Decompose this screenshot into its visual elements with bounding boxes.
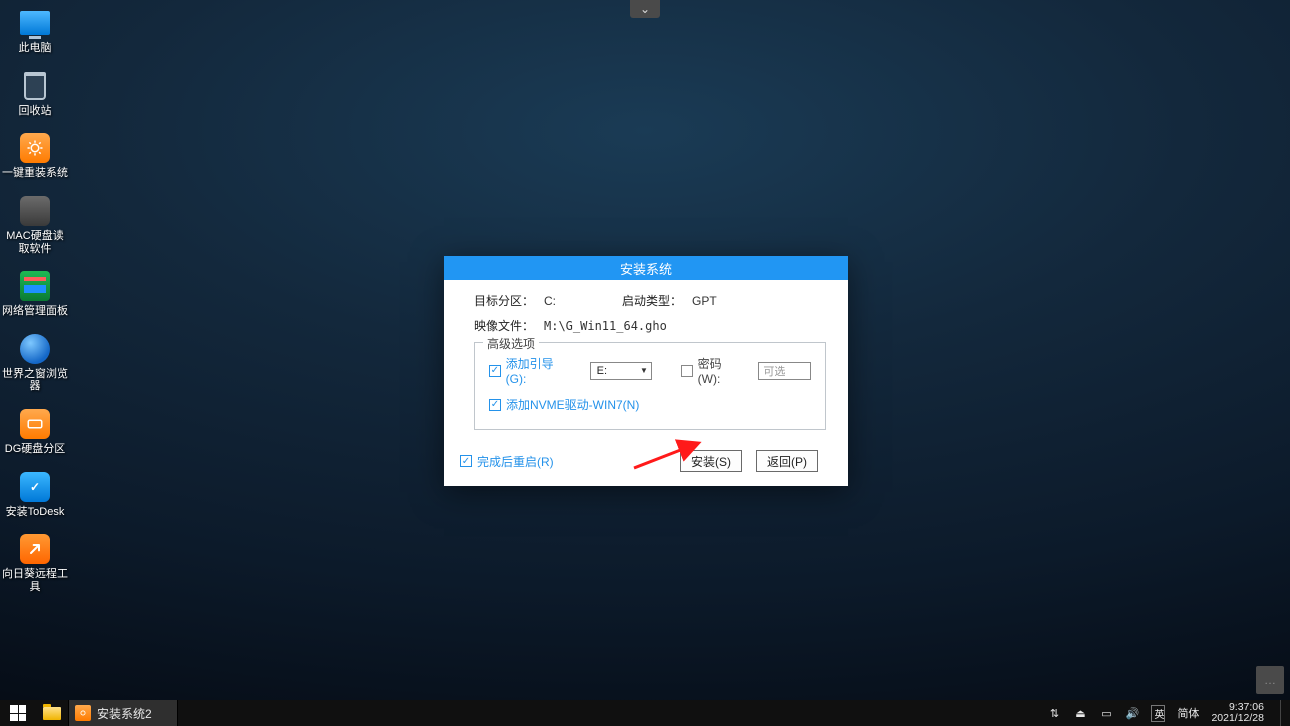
advanced-options-group: 高级选项 ✓ 添加引导(G): E: ▼ 密码(W): 可选 <box>474 342 826 430</box>
password-label: 密码(W): <box>698 355 743 386</box>
recycle-bin-icon <box>24 72 46 100</box>
taskbar-app-label: 安装系统2 <box>97 705 152 722</box>
desktop-icon-label: DG硬盘分区 <box>5 443 66 456</box>
desktop-icon-label: 此电脑 <box>19 42 52 55</box>
tray-network-icon[interactable]: ⇅ <box>1047 707 1061 720</box>
install-system-dialog: 安装系统 目标分区： C: 启动类型： GPT 映像文件： M:\G_Win11… <box>444 256 848 486</box>
add-boot-checkbox[interactable]: ✓ 添加引导(G): <box>489 355 572 386</box>
disk-icon <box>20 409 50 439</box>
desktop-icon-world-browser[interactable]: 世界之窗浏览 器 <box>0 332 70 393</box>
chevron-down-icon: ⌄ <box>640 2 650 16</box>
target-partition-value: C: <box>544 294 560 308</box>
password-input[interactable]: 可选 <box>758 362 811 380</box>
desktop-icon-dg-partition[interactable]: DG硬盘分区 <box>0 407 70 456</box>
password-checkbox[interactable]: 密码(W): <box>681 355 743 386</box>
add-nvme-checkbox[interactable]: ✓ 添加NVME驱动-WIN7(N) <box>489 396 639 413</box>
todesk-icon: ✓ <box>20 472 50 502</box>
restart-checkbox[interactable]: ✓ 完成后重启(R) <box>460 453 554 470</box>
ellipsis-icon: … <box>1264 673 1276 687</box>
add-nvme-label: 添加NVME驱动-WIN7(N) <box>506 396 639 413</box>
file-explorer-button[interactable] <box>36 700 68 726</box>
desktop-icon-recycle-bin[interactable]: 回收站 <box>0 69 70 118</box>
pc-icon <box>20 11 50 35</box>
boot-type-value: GPT <box>692 294 717 308</box>
desktop-icon-label: 网络管理面板 <box>2 305 68 318</box>
advanced-legend: 高级选项 <box>483 335 539 352</box>
sunlogin-icon <box>20 534 50 564</box>
system-tray: ⇅ ⏏ ▭ 🔊 英 简体 9:37:06 2021/12/28 <box>1013 700 1290 726</box>
install-button[interactable]: 安装(S) <box>680 450 742 472</box>
tray-date: 2021/12/28 <box>1211 713 1264 724</box>
boot-type-label: 启动类型： <box>622 292 692 309</box>
chart-icon <box>20 271 50 301</box>
boot-drive-value: E: <box>597 365 607 377</box>
password-placeholder: 可选 <box>763 363 785 379</box>
checkmark-icon: ✓ <box>460 455 472 467</box>
boot-drive-select[interactable]: E: ▼ <box>590 362 652 380</box>
tray-battery-icon[interactable]: ▭ <box>1099 707 1113 720</box>
checkbox-empty-icon <box>681 365 693 377</box>
taskbar: 安装系统2 ⇅ ⏏ ▭ 🔊 英 简体 9:37:06 2021/12/28 <box>0 700 1290 726</box>
show-desktop-button[interactable] <box>1280 700 1286 726</box>
checkmark-icon: ✓ <box>489 365 501 377</box>
desktop-icon-sunlogin[interactable]: 向日葵远程工 具 <box>0 532 70 593</box>
add-boot-label: 添加引导(G): <box>506 355 572 386</box>
gear-icon <box>20 133 50 163</box>
dialog-title: 安装系统 <box>620 259 672 278</box>
desktop-icon-label: 回收站 <box>19 105 52 118</box>
desktop-icon-one-click-install[interactable]: 一键重装系统 <box>0 131 70 180</box>
desktop-icon-this-pc[interactable]: 此电脑 <box>0 6 70 55</box>
top-dropdown-tab[interactable]: ⌄ <box>630 0 660 18</box>
taskbar-app-install-system[interactable]: 安装系统2 <box>68 700 178 726</box>
globe-icon <box>20 334 50 364</box>
desktop-icon-label: MAC硬盘读 取软件 <box>6 230 63 255</box>
checkmark-icon: ✓ <box>489 399 501 411</box>
start-button[interactable] <box>0 700 36 726</box>
corner-widget[interactable]: … <box>1256 666 1284 694</box>
tray-ime-mode[interactable]: 简体 <box>1177 705 1199 721</box>
desktop-icon-label: 世界之窗浏览 器 <box>2 368 68 393</box>
tray-ime-lang[interactable]: 英 <box>1151 705 1165 722</box>
desktop-icon-todesk[interactable]: ✓ 安装ToDesk <box>0 470 70 519</box>
desktop-icon-net-panel[interactable]: 网络管理面板 <box>0 269 70 318</box>
app-icon <box>75 705 91 721</box>
tray-eject-icon[interactable]: ⏏ <box>1073 707 1087 720</box>
desktop-icon-label: 向日葵远程工 具 <box>2 568 68 593</box>
desktop-icon-label: 一键重装系统 <box>2 167 68 180</box>
apple-icon <box>20 196 50 226</box>
desktop-icon-label: 安装ToDesk <box>6 506 65 519</box>
back-button[interactable]: 返回(P) <box>756 450 818 472</box>
restart-label: 完成后重启(R) <box>477 453 554 470</box>
image-file-value: M:\G_Win11_64.gho <box>544 319 667 333</box>
tray-clock[interactable]: 9:37:06 2021/12/28 <box>1211 702 1268 724</box>
desktop-icon-mac-disk[interactable]: MAC硬盘读 取软件 <box>0 194 70 255</box>
windows-logo-icon <box>10 705 26 721</box>
dialog-titlebar[interactable]: 安装系统 <box>444 256 848 280</box>
target-partition-label: 目标分区： <box>474 292 544 309</box>
image-file-label: 映像文件： <box>474 317 544 334</box>
tray-volume-icon[interactable]: 🔊 <box>1125 707 1139 720</box>
folder-icon <box>43 707 61 720</box>
desktop: 此电脑 回收站 一键重装系统 MAC硬盘读 取软件 网络管理面板 世界之窗浏览 … <box>0 6 70 608</box>
dropdown-icon: ▼ <box>640 366 648 375</box>
